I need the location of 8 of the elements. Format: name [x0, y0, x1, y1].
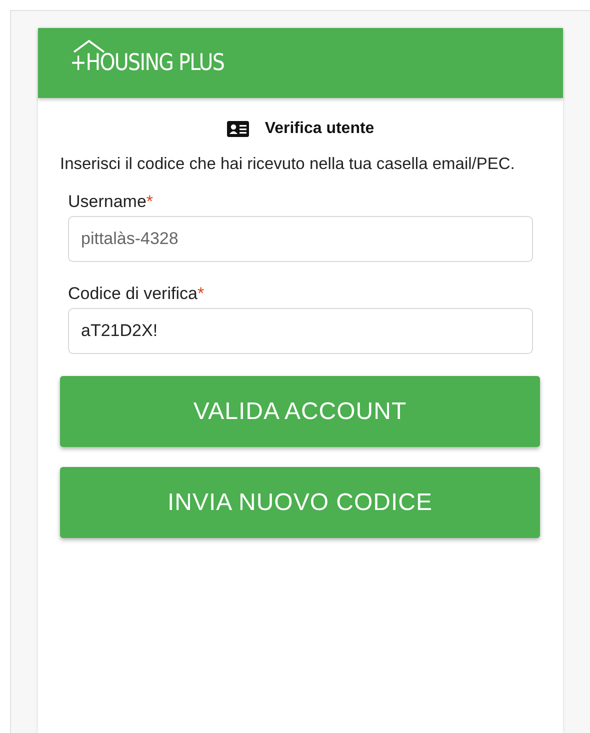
logo-text: +HOUSING PLUS — [70, 50, 224, 76]
field-label: Codice di verifica* — [68, 284, 206, 304]
instructions-text: Inserisci il codice che hai ricevuto nella tua casella email/PEC. — [60, 154, 516, 175]
input-field[interactable]: aT21D2X! — [68, 308, 533, 354]
roof-icon — [72, 39, 106, 53]
id-card-icon — [226, 121, 249, 137]
form-title: Verifica utente — [264, 120, 374, 138]
field-label: Username* — [68, 192, 154, 212]
